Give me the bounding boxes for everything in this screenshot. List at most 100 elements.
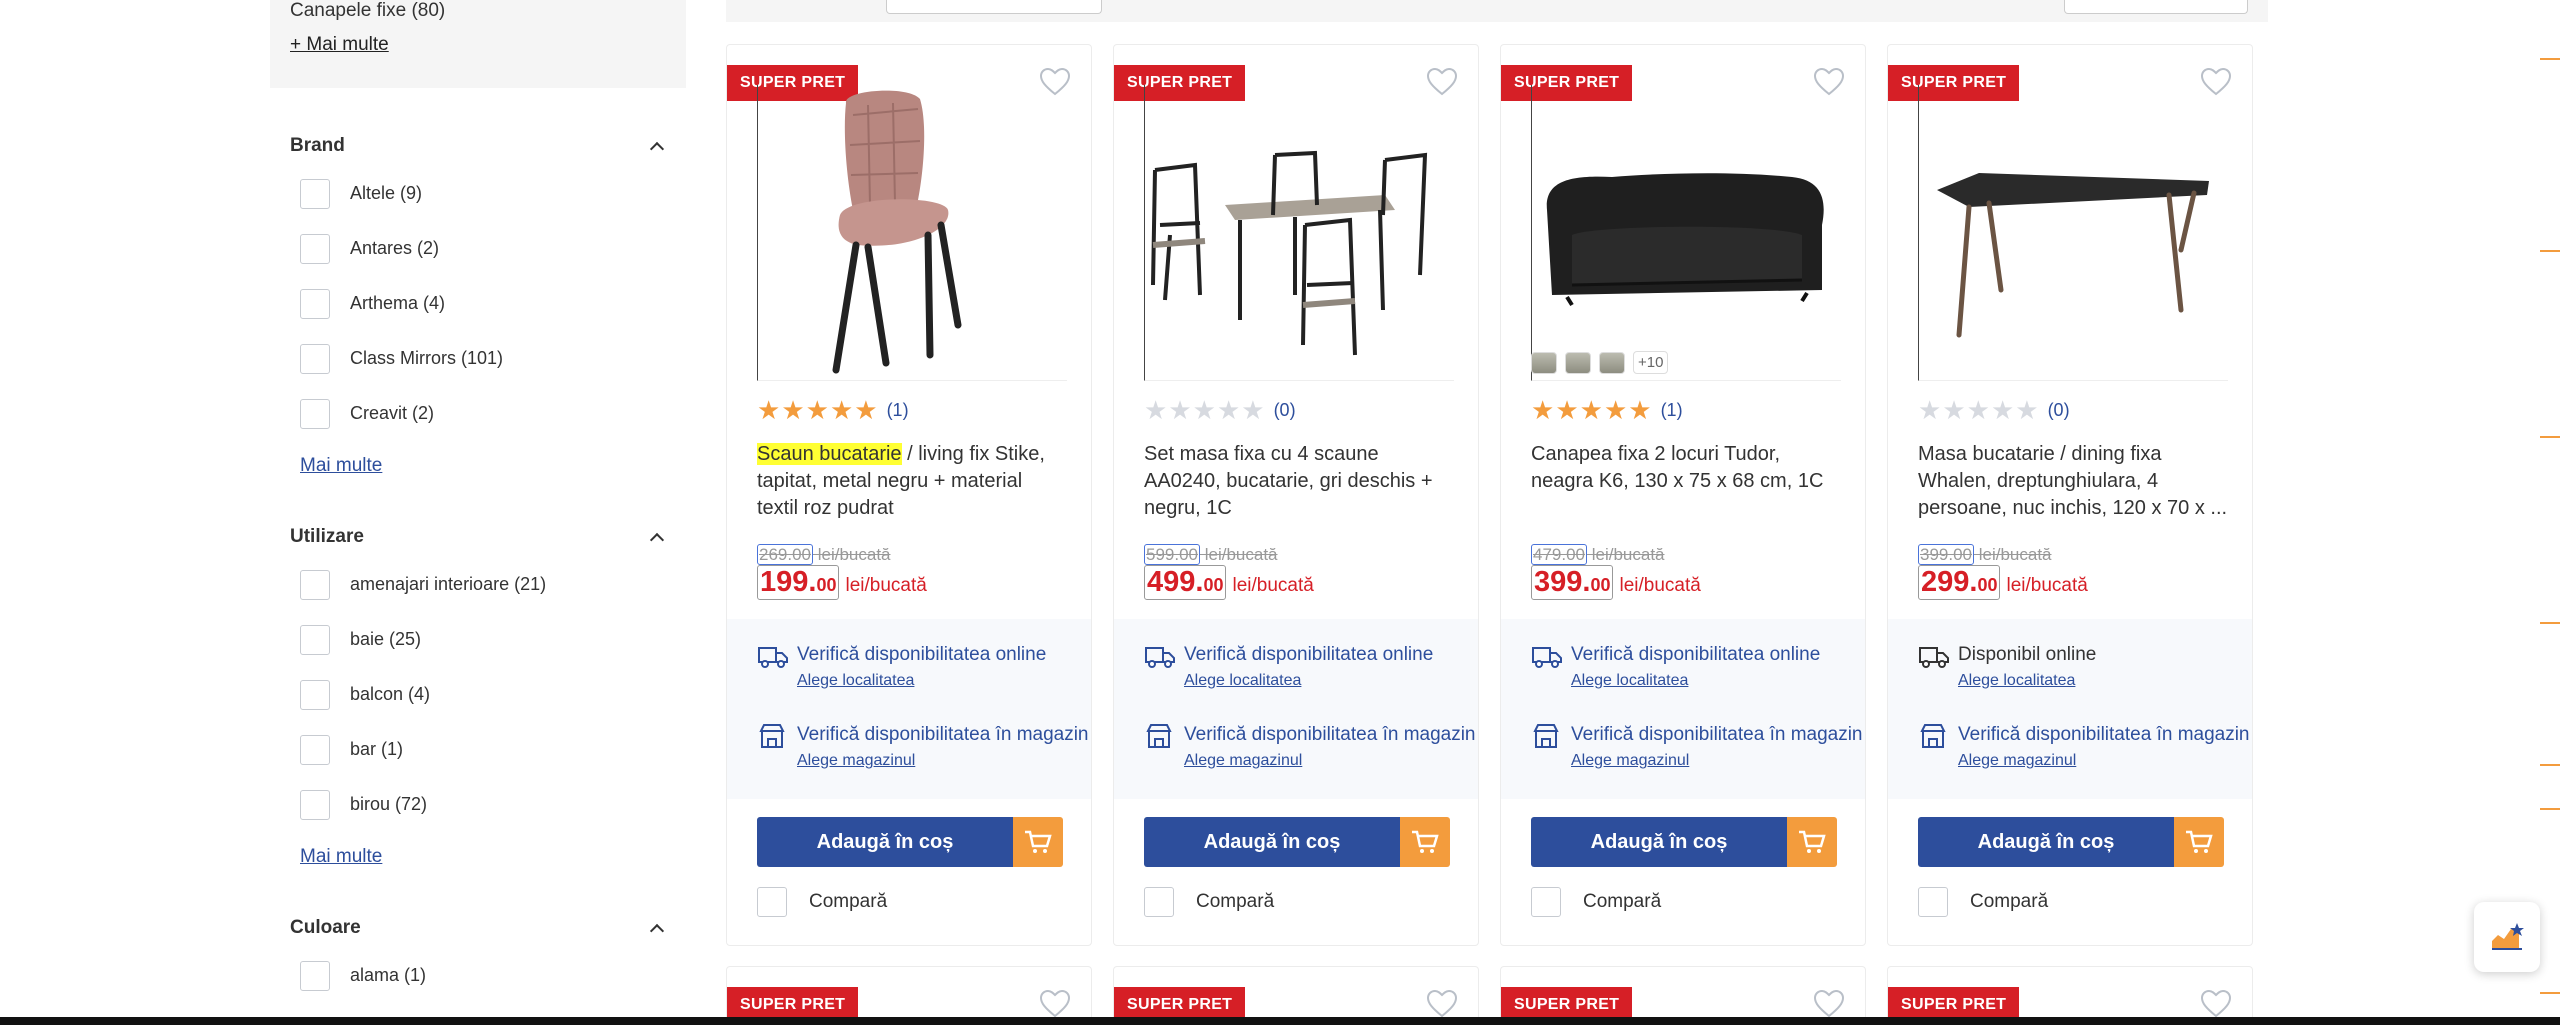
choose-locality-link[interactable]: Alege localitatea — [797, 671, 1046, 691]
add-to-cart-button[interactable]: Adaugă în coș — [1918, 817, 2174, 867]
checkbox[interactable] — [300, 178, 330, 209]
filter-option[interactable]: Altele (9) — [290, 166, 666, 221]
filter-option[interactable]: Arthema (4) — [290, 276, 666, 331]
filter-option-label[interactable]: Canapele fixe (80) — [290, 0, 666, 22]
filter-header-culoare[interactable]: Culoare — [290, 908, 666, 948]
filter-option[interactable]: Antares (2) — [290, 221, 666, 276]
rating-count[interactable]: (1) — [887, 400, 909, 421]
filter-option[interactable]: amenajari interioare (21) — [290, 557, 666, 612]
checkbox[interactable] — [300, 960, 330, 991]
availability-text[interactable]: Verifică disponibilitatea în magazin — [797, 723, 1089, 747]
cart-icon-button[interactable] — [1400, 817, 1450, 867]
checkbox[interactable] — [300, 398, 330, 429]
per-page-dropdown[interactable] — [2064, 0, 2248, 14]
checkbox[interactable] — [1144, 887, 1174, 917]
show-more-link[interactable]: + Mai multe — [290, 34, 389, 56]
heart-icon[interactable] — [1039, 989, 1071, 1019]
price-unit: lei/bucată — [2006, 575, 2088, 596]
product-image[interactable] — [1531, 85, 1841, 381]
chevron-up-icon[interactable] — [648, 919, 666, 937]
color-swatch[interactable] — [1599, 351, 1625, 374]
availability-text[interactable]: Verifică disponibilitatea online — [797, 643, 1046, 667]
choose-locality-link[interactable]: Alege localitatea — [1571, 671, 1820, 691]
checkbox[interactable] — [1531, 887, 1561, 917]
product-card[interactable]: SUPER PRET +10 ★ ★ ★ ★ ★ (1) Canapea fixa 2 … — [1500, 44, 1866, 946]
add-to-cart-button[interactable]: Adaugă în coș — [1531, 817, 1787, 867]
online-availability[interactable]: Verifică disponibilitatea online Alege lo… — [757, 643, 1046, 691]
store-availability[interactable]: Verifică disponibilitatea în magazin Aleg… — [1531, 723, 1863, 771]
filter-option-label: baie (25) — [350, 629, 422, 649]
product-title[interactable]: Set masa fixa cu 4 scaune AA0240, bucata… — [1144, 441, 1454, 522]
support-widget-button[interactable] — [2474, 902, 2540, 972]
filter-option[interactable]: baie (25) — [290, 612, 666, 667]
heart-icon[interactable] — [1426, 989, 1458, 1019]
store-availability[interactable]: Verifică disponibilitatea în magazin Aleg… — [1144, 723, 1476, 771]
checkbox[interactable] — [300, 789, 330, 820]
compare-toggle[interactable]: Compară — [1531, 887, 1661, 917]
compare-toggle[interactable]: Compară — [757, 887, 887, 917]
heart-icon[interactable] — [2200, 989, 2232, 1019]
rating-count[interactable]: (0) — [1274, 400, 1296, 421]
online-availability[interactable]: Verifică disponibilitatea online Alege lo… — [1531, 643, 1820, 691]
checkbox[interactable] — [300, 734, 330, 765]
choose-store-link[interactable]: Alege magazinul — [1184, 751, 1476, 771]
filter-option[interactable]: birou (72) — [290, 777, 666, 832]
checkbox[interactable] — [300, 233, 330, 264]
checkbox[interactable] — [757, 887, 787, 917]
color-swatch[interactable] — [1531, 351, 1557, 374]
product-card[interactable]: SUPER PRET ★ ★ ★ ★ ★ (1) Scaun bucatarie / l… — [726, 44, 1092, 946]
product-card[interactable]: SUPER PRET ★ ★ ★ ★ ★ (0) Set masa fixa cu 4 … — [1113, 44, 1479, 946]
filter-header-brand[interactable]: Brand — [290, 126, 666, 166]
store-availability[interactable]: Verifică disponibilitatea în magazin Aleg… — [1918, 723, 2250, 771]
filter-header-utilizare[interactable]: Utilizare — [290, 517, 666, 557]
checkbox[interactable] — [1918, 887, 1948, 917]
add-to-cart-button[interactable]: Adaugă în coș — [757, 817, 1013, 867]
availability-text[interactable]: Verifică disponibilitatea în magazin — [1184, 723, 1476, 747]
choose-store-link[interactable]: Alege magazinul — [1571, 751, 1863, 771]
chevron-up-icon[interactable] — [648, 528, 666, 546]
availability-text[interactable]: Verifică disponibilitatea în magazin — [1958, 723, 2250, 747]
color-swatch[interactable] — [1565, 351, 1591, 374]
online-availability[interactable]: Disponibil online Alege localitatea — [1918, 643, 2096, 691]
cart-icon-button[interactable] — [1787, 817, 1837, 867]
checkbox[interactable] — [300, 343, 330, 374]
availability-text[interactable]: Verifică disponibilitatea în magazin — [1571, 723, 1863, 747]
product-title[interactable]: Masa bucatarie / dining fixa Whalen, dre… — [1918, 441, 2228, 522]
product-title[interactable]: Canapea fixa 2 locuri Tudor, neagra K6, … — [1531, 441, 1841, 495]
choose-locality-link[interactable]: Alege localitatea — [1958, 671, 2096, 691]
chevron-up-icon[interactable] — [648, 137, 666, 155]
filter-option[interactable]: alama (1) — [290, 948, 666, 1003]
cart-icon-button[interactable] — [1013, 817, 1063, 867]
more-swatches[interactable]: +10 — [1633, 351, 1669, 374]
product-image[interactable] — [757, 85, 1067, 381]
online-availability[interactable]: Verifică disponibilitatea online Alege lo… — [1144, 643, 1433, 691]
choose-store-link[interactable]: Alege magazinul — [797, 751, 1089, 771]
rating-count[interactable]: (0) — [2048, 400, 2070, 421]
product-image[interactable] — [1918, 85, 2228, 381]
choose-locality-link[interactable]: Alege localitatea — [1184, 671, 1433, 691]
add-to-cart-button[interactable]: Adaugă în coș — [1144, 817, 1400, 867]
compare-toggle[interactable]: Compară — [1918, 887, 2048, 917]
product-image[interactable] — [1144, 85, 1454, 381]
checkbox[interactable] — [300, 288, 330, 319]
checkbox[interactable] — [300, 569, 330, 600]
filter-option[interactable]: bar (1) — [290, 722, 666, 777]
sort-dropdown[interactable] — [886, 0, 1102, 14]
store-availability[interactable]: Verifică disponibilitatea în magazin Aleg… — [757, 723, 1089, 771]
show-more-link[interactable]: Mai multe — [290, 846, 382, 868]
rating-count[interactable]: (1) — [1661, 400, 1683, 421]
availability-text[interactable]: Verifică disponibilitatea online — [1184, 643, 1433, 667]
checkbox[interactable] — [300, 679, 330, 710]
cart-icon-button[interactable] — [2174, 817, 2224, 867]
heart-icon[interactable] — [1813, 989, 1845, 1019]
filter-option[interactable]: balcon (4) — [290, 667, 666, 722]
compare-toggle[interactable]: Compară — [1144, 887, 1274, 917]
checkbox[interactable] — [300, 624, 330, 655]
filter-option[interactable]: Creavit (2) — [290, 386, 666, 441]
choose-store-link[interactable]: Alege magazinul — [1958, 751, 2250, 771]
availability-text[interactable]: Verifică disponibilitatea online — [1571, 643, 1820, 667]
filter-option[interactable]: Class Mirrors (101) — [290, 331, 666, 386]
product-title[interactable]: Scaun bucatarie / living fix Stike, tapi… — [757, 441, 1067, 522]
product-card[interactable]: SUPER PRET ★ ★ ★ ★ ★ (0) Masa bucatarie / di… — [1887, 44, 2253, 946]
show-more-link[interactable]: Mai multe — [290, 455, 382, 477]
